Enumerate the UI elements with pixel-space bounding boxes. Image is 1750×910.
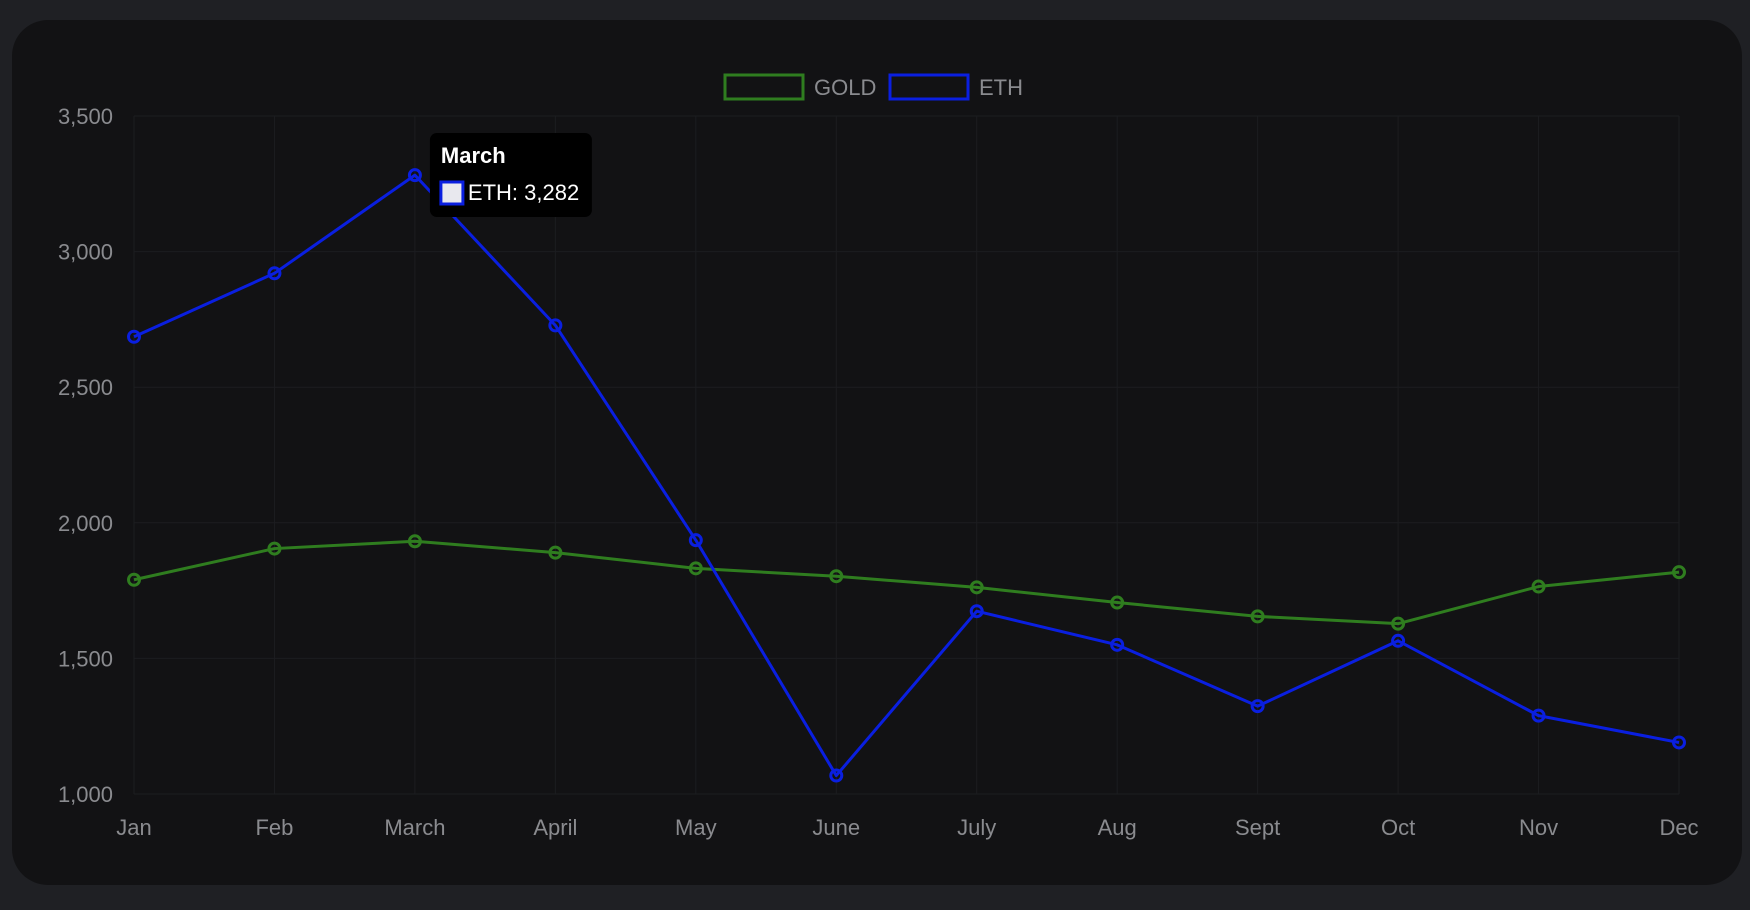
legend-label-gold: GOLD [814, 75, 876, 100]
series-line-eth [133, 173, 1680, 778]
x-tick-label: July [957, 815, 996, 840]
y-tick-label: 2,000 [58, 511, 113, 536]
tooltip-swatch [439, 180, 465, 206]
tooltip: March ETH: 3,282 [429, 133, 592, 217]
legend-item-gold[interactable]: GOLD [723, 73, 876, 101]
y-tick-label: 1,000 [58, 782, 113, 807]
tooltip-title: March [441, 143, 506, 168]
x-axis: Jan Feb March April May June July Aug Sept Oct Nov… [116, 815, 1698, 840]
line-chart: 1,000 1,500 2,000 2,500 3,000 3,500 Jan Feb Mar… [58, 73, 1699, 840]
y-tick-label: 1,500 [58, 646, 113, 671]
series-layer [127, 168, 1686, 783]
x-tick-label: Oct [1381, 815, 1415, 840]
legend-swatch-gold [723, 73, 805, 101]
series-line-gold [133, 539, 1680, 626]
x-tick-label: Jan [116, 815, 151, 840]
legend[interactable]: GOLD ETH [723, 73, 1023, 101]
legend-swatch-eth [888, 73, 970, 101]
x-tick-label: March [384, 815, 445, 840]
x-tick-label: Sept [1235, 815, 1280, 840]
x-tick-label: April [533, 815, 577, 840]
y-axis: 1,000 1,500 2,000 2,500 3,000 3,500 [58, 104, 113, 807]
y-tick-label: 3,500 [58, 104, 113, 129]
legend-item-eth[interactable]: ETH [888, 73, 1023, 101]
x-tick-label: Nov [1519, 815, 1558, 840]
x-tick-label: June [812, 815, 860, 840]
legend-label-eth: ETH [979, 75, 1023, 100]
x-tick-label: Dec [1659, 815, 1698, 840]
x-tick-label: Feb [255, 815, 293, 840]
x-tick-label: May [675, 815, 717, 840]
x-tick-label: Aug [1098, 815, 1137, 840]
y-tick-label: 2,500 [58, 375, 113, 400]
tooltip-label: ETH: 3,282 [468, 180, 579, 205]
y-tick-label: 3,000 [58, 240, 113, 265]
